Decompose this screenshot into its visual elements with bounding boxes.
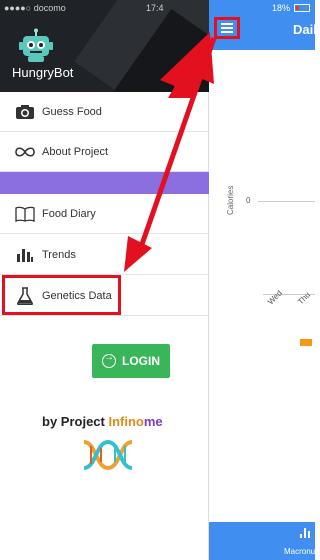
status-time: 17:4 bbox=[146, 3, 164, 13]
nav-item-food-diary[interactable]: Food Diary bbox=[0, 194, 209, 234]
x-tick-label: Wed bbox=[266, 288, 284, 307]
bottom-tab-label: Macronu bbox=[284, 547, 315, 556]
nav-label: Guess Food bbox=[42, 105, 102, 118]
dna-logo-icon bbox=[83, 439, 133, 471]
x-tick-label: Thu bbox=[296, 290, 313, 307]
carrier-label: docomo bbox=[33, 3, 66, 13]
signal-icon: ●●●●○ bbox=[4, 3, 32, 13]
nav-drawer: ●●●●○ docomo 17:4 HungryBot Guess Food A… bbox=[0, 0, 209, 560]
nav-item-guess-food[interactable]: Guess Food bbox=[0, 92, 209, 132]
robot-logo-icon bbox=[19, 28, 53, 62]
nav-item-trends[interactable]: Trends bbox=[0, 235, 209, 275]
login-label: LOGIN bbox=[122, 354, 160, 368]
screen: 18% Dail Calories 0 Wed Thu Macronu ●●●●… bbox=[0, 0, 315, 560]
daily-view: 18% Dail Calories 0 Wed Thu Macronu bbox=[208, 0, 315, 560]
login-icon bbox=[102, 352, 116, 368]
nav-label: Trends bbox=[42, 248, 76, 261]
hamburger-menu-button[interactable] bbox=[214, 17, 240, 39]
drawer-header: ●●●●○ docomo 17:4 HungryBot bbox=[0, 0, 209, 92]
legend-swatch bbox=[300, 339, 312, 346]
footer-brand-part2: me bbox=[143, 414, 163, 429]
bar-chart-icon bbox=[300, 528, 310, 538]
y-axis-label: Calories bbox=[226, 185, 235, 215]
status-carrier: ●●●●○ docomo bbox=[4, 3, 66, 13]
bar-chart-icon bbox=[14, 246, 36, 264]
section-divider bbox=[0, 172, 209, 194]
footer-brand-part1: Infino bbox=[108, 414, 144, 429]
footer-credit: by Project Infinome bbox=[42, 414, 163, 429]
battery-icon bbox=[294, 4, 310, 12]
brand-name: HungryBot bbox=[12, 65, 74, 80]
book-icon bbox=[14, 205, 36, 223]
page-title: Dail bbox=[293, 22, 315, 37]
status-bar-right: 18% bbox=[208, 0, 315, 16]
login-button[interactable]: LOGIN bbox=[92, 344, 170, 378]
infinity-icon bbox=[14, 143, 36, 161]
nav-item-about-project[interactable]: About Project bbox=[0, 132, 209, 172]
footer-prefix: by Project bbox=[42, 414, 109, 429]
y-tick-label: 0 bbox=[246, 196, 251, 205]
zero-line bbox=[258, 201, 315, 202]
camera-icon bbox=[14, 103, 36, 121]
battery-percent: 18% bbox=[272, 3, 291, 13]
nav-label: Food Diary bbox=[42, 207, 96, 220]
nav-label: About Project bbox=[42, 145, 109, 158]
annotation-highlight-box bbox=[2, 275, 121, 315]
